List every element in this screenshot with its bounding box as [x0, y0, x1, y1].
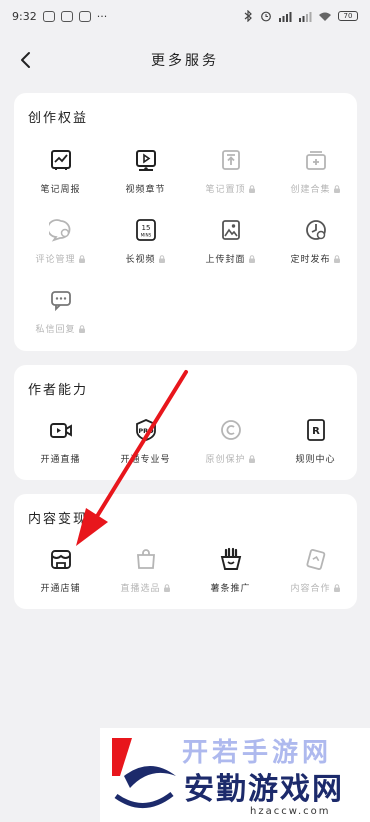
service-item-open-shop[interactable]: 开通店铺	[18, 546, 103, 606]
pin-top-icon	[218, 147, 244, 173]
service-label: 规则中心	[295, 455, 336, 465]
service-item-open-live[interactable]: 开通直播	[18, 417, 103, 477]
service-item-upload-cover[interactable]: 上传封面	[188, 217, 273, 277]
live-camera-icon	[48, 417, 74, 443]
service-label: 视频章节	[125, 185, 166, 195]
lock-icon	[78, 254, 85, 263]
page-title: 更多服务	[151, 53, 219, 69]
notification-icon	[78, 10, 91, 22]
lock-icon	[248, 184, 255, 193]
lock-icon	[333, 254, 340, 263]
service-item-comment-management[interactable]: 评论管理	[18, 217, 103, 277]
svg-text:15: 15	[141, 224, 150, 232]
service-item-rules-center[interactable]: R 规则中心	[273, 417, 358, 477]
signal-icon	[299, 11, 312, 22]
service-label: 开通店铺	[40, 584, 81, 594]
service-item-fries-promotion[interactable]: 薯条推广	[188, 546, 273, 606]
service-item-weekly-report[interactable]: 笔记周报	[18, 147, 103, 207]
chevron-left-icon	[21, 52, 30, 68]
comment-icon	[48, 217, 74, 243]
wifi-icon	[319, 12, 331, 21]
svg-text:MINS: MINS	[140, 233, 151, 238]
svg-text:PRO: PRO	[138, 427, 154, 435]
watermark-url: hzaccw.com	[250, 806, 331, 817]
service-label: 笔记周报	[40, 185, 81, 195]
lock-icon	[158, 254, 165, 263]
service-label: 开通专业号	[120, 455, 171, 465]
section-card-author-abilities: 作者能力 开通直播 PRO 开通专业号 原创保护 R 规则中心	[14, 365, 357, 480]
status-bar: 9:32 ··· 70	[0, 0, 370, 32]
service-label: 薯条推广	[210, 584, 251, 594]
service-label: 私信回复	[35, 325, 76, 335]
pro-badge-icon: PRO	[133, 417, 159, 443]
lock-icon	[163, 583, 170, 592]
service-label: 定时发布	[290, 255, 331, 265]
signal-icon	[279, 11, 292, 22]
lock-icon	[333, 184, 340, 193]
service-label: 评论管理	[35, 255, 76, 265]
service-label: 上传封面	[205, 255, 246, 265]
battery-icon: 70	[338, 11, 358, 21]
notification-icon	[42, 10, 55, 22]
status-time: 9:32	[12, 9, 37, 23]
service-item-long-video[interactable]: 15 MINS 长视频	[103, 217, 188, 277]
report-icon	[48, 147, 74, 173]
more-dots-icon: ···	[96, 9, 108, 23]
watermark-main-text: 安勤游戏网	[184, 772, 344, 807]
section-card-content-monetization: 内容变现 开通店铺 直播选品 薯条推广 内容合作	[14, 494, 357, 609]
collection-icon	[303, 147, 329, 173]
copyright-icon	[218, 417, 244, 443]
lock-icon	[248, 254, 255, 263]
service-item-video-chapters[interactable]: 视频章节	[103, 147, 188, 207]
lock-icon	[248, 454, 255, 463]
service-label: 开通直播	[40, 455, 81, 465]
service-item-create-collection[interactable]: 创建合集	[273, 147, 358, 207]
section-card-creation-rights: 创作权益 笔记周报 视频章节 笔记置顶 创建合集 评论管理 15 MINS 长视…	[14, 93, 357, 351]
service-item-original-protection[interactable]: 原创保护	[188, 417, 273, 477]
rules-icon: R	[303, 417, 329, 443]
message-icon	[48, 287, 74, 313]
svg-text:R: R	[312, 426, 320, 437]
service-label: 直播选品	[120, 584, 161, 594]
notification-icon	[60, 10, 73, 22]
service-item-content-cooperation[interactable]: 内容合作	[273, 546, 358, 606]
service-item-live-selection[interactable]: 直播选品	[103, 546, 188, 606]
section-title: 内容变现	[28, 512, 89, 527]
alarm-icon	[261, 11, 271, 22]
watermark: 开若手游网 安勤游戏网 hzaccw.com	[100, 728, 370, 822]
long-video-icon: 15 MINS	[133, 217, 159, 243]
cooperation-icon	[303, 546, 329, 572]
bluetooth-icon	[244, 10, 252, 22]
cover-image-icon	[218, 217, 244, 243]
service-item-message-reply[interactable]: 私信回复	[18, 287, 103, 347]
shopping-bag-icon	[133, 546, 159, 572]
lock-icon	[333, 583, 340, 592]
video-chapter-icon	[133, 147, 159, 173]
timer-icon	[303, 217, 329, 243]
shop-icon	[48, 546, 74, 572]
service-item-pro-account[interactable]: PRO 开通专业号	[103, 417, 188, 477]
service-item-scheduled-publish[interactable]: 定时发布	[273, 217, 358, 277]
service-label: 内容合作	[290, 584, 331, 594]
service-label: 笔记置顶	[205, 185, 246, 195]
header-bar: 更多服务	[0, 42, 370, 78]
service-label: 长视频	[125, 255, 156, 265]
lock-icon	[78, 324, 85, 333]
service-label: 创建合集	[290, 185, 331, 195]
fries-icon	[218, 546, 244, 572]
watermark-logo	[112, 738, 176, 808]
section-title: 作者能力	[28, 383, 89, 398]
service-item-pin-note[interactable]: 笔记置顶	[188, 147, 273, 207]
service-label: 原创保护	[205, 455, 246, 465]
back-button[interactable]	[14, 46, 36, 74]
section-title: 创作权益	[28, 111, 89, 126]
